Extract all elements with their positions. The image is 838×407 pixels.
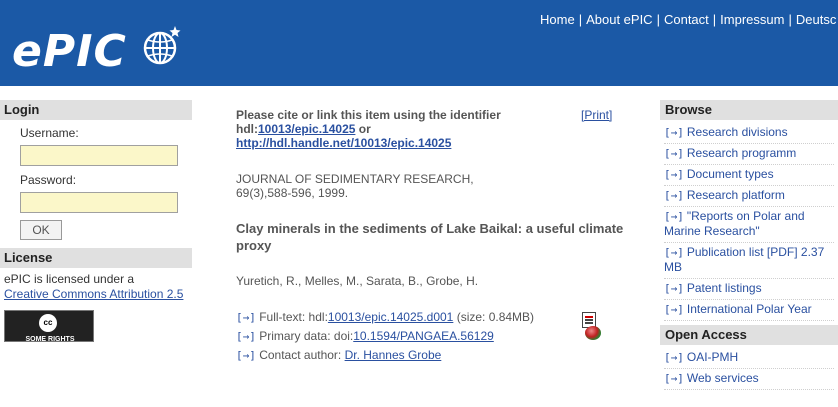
open-access-list: [→] OAI-PMH [→] Web services <box>660 345 838 394</box>
browse-item-research-platform[interactable]: [→] Research platform <box>664 186 834 207</box>
print-link[interactable]: [Print] <box>581 108 612 122</box>
browse-item-label: Research programm <box>686 146 797 160</box>
browse-list: [→] Research divisions [→] Research progra… <box>660 120 838 325</box>
arrow-icon[interactable]: [→] <box>236 330 256 343</box>
nav-separator: | <box>712 12 717 27</box>
nav-contact-link[interactable]: Contact <box>664 12 709 27</box>
arrow-icon: [→] <box>664 246 684 259</box>
browse-item-research-divisions[interactable]: [→] Research divisions <box>664 123 834 144</box>
contact-author-link[interactable]: Dr. Hannes Grobe <box>345 348 442 362</box>
browse-item-label: Patent listings <box>686 281 762 295</box>
pangaea-data-icon[interactable] <box>585 326 601 340</box>
hdl-link[interactable]: 10013/epic.14025 <box>258 122 355 136</box>
globe-icon <box>143 26 181 65</box>
contact-prefix: Contact author: <box>255 348 345 362</box>
arrow-icon: [→] <box>664 168 684 181</box>
site-header: ePIC Home | About ePIC | Contact | Impressum | D… <box>0 0 838 86</box>
cite-intro: Please cite or link this item using the … <box>236 108 501 122</box>
arrow-icon: [→] <box>664 351 684 364</box>
left-sidebar: Login Username: Password: OK License ePI… <box>0 100 192 358</box>
main-content: Please cite or link this item using the … <box>236 108 626 365</box>
browse-item-patent-listings[interactable]: [→] Patent listings <box>664 279 834 300</box>
password-input[interactable] <box>20 192 178 213</box>
primary-prefix: Primary data: doi: <box>255 329 354 343</box>
browse-item-polar-year[interactable]: [→] International Polar Year <box>664 300 834 321</box>
journal-reference: JOURNAL OF SEDIMENTARY RESEARCH, 69(3),5… <box>236 172 626 200</box>
nav-about-link[interactable]: About ePIC <box>586 12 653 27</box>
primary-data-link[interactable]: 10.1594/PANGAEA.56129 <box>353 329 494 343</box>
item-title: Clay minerals in the sediments of Lake B… <box>236 221 624 253</box>
browse-item-publication-list[interactable]: [→] Publication list [PDF] 2.37 MB <box>664 243 834 279</box>
browse-item-reports-polar[interactable]: [→] "Reports on Polar and Marine Research… <box>664 207 834 243</box>
arrow-icon: [→] <box>664 282 684 295</box>
journal-name: JOURNAL OF SEDIMENTARY RESEARCH, <box>236 172 474 186</box>
open-access-item-oai-pmh[interactable]: [→] OAI-PMH <box>664 348 834 369</box>
or-text: or <box>355 122 371 136</box>
browse-item-label: Research divisions <box>686 125 788 139</box>
cc-icon: cc <box>39 314 57 332</box>
browse-item-document-types[interactable]: [→] Document types <box>664 165 834 186</box>
login-form: Username: Password: OK <box>0 120 192 248</box>
nav-separator: | <box>788 12 792 27</box>
arrow-icon: [→] <box>664 303 684 316</box>
item-authors: Yuretich, R., Melles, M., Sarata, B., Gr… <box>236 274 479 288</box>
username-label: Username: <box>20 126 79 140</box>
cc-badge-text: SOME RIGHTS RESERVED <box>25 336 75 358</box>
contact-row: [→] Contact author: Dr. Hannes Grobe <box>236 346 626 365</box>
journal-volume: 69(3),588-596, 1999. <box>236 186 349 200</box>
fulltext-prefix: Full-text: hdl: <box>255 310 328 324</box>
license-text: ePIC is licensed under a <box>4 272 135 286</box>
top-navigation: Home | About ePIC | Contact | Impressum | Deutsc <box>540 12 836 27</box>
nav-deutsch-link[interactable]: Deutsc <box>796 12 836 27</box>
logo-text: ePIC <box>12 26 127 77</box>
arrow-icon: [→] <box>664 210 684 223</box>
arrow-icon[interactable]: [→] <box>236 311 256 324</box>
fulltext-size: (size: 0.84MB) <box>453 310 535 324</box>
fulltext-link[interactable]: 10013/epic.14025.d001 <box>328 310 453 324</box>
browse-item-label: Publication list [PDF] 2.37 MB <box>664 245 825 274</box>
open-access-item-web-services[interactable]: [→] Web services <box>664 369 834 390</box>
arrow-icon: [→] <box>664 126 684 139</box>
hdl-prefix: hdl: <box>236 122 258 136</box>
browse-item-label: "Reports on Polar and Marine Research" <box>664 209 805 238</box>
browse-item-research-programm[interactable]: [→] Research programm <box>664 144 834 165</box>
arrow-icon[interactable]: [→] <box>236 349 256 362</box>
browse-item-label: Document types <box>686 167 774 181</box>
browse-heading: Browse <box>660 100 838 120</box>
license-info: ePIC is licensed under a Creative Common… <box>0 268 192 358</box>
browse-item-label: Research platform <box>686 188 785 202</box>
nav-separator: | <box>656 12 660 27</box>
cc-license-badge[interactable]: cc SOME RIGHTS RESERVED <box>4 310 94 358</box>
open-access-heading: Open Access <box>660 325 838 345</box>
login-ok-button[interactable]: OK <box>20 220 62 240</box>
hdl-line: hdl:10013/epic.14025 or <box>236 122 626 136</box>
arrow-icon: [→] <box>664 372 684 385</box>
browse-item-label: International Polar Year <box>686 302 812 316</box>
password-label: Password: <box>20 173 77 187</box>
creative-commons-link[interactable]: Creative Commons Attribution 2.5 <box>4 287 188 302</box>
item-links: [→] Full-text: hdl:10013/epic.14025.d001… <box>236 308 626 365</box>
open-access-item-label: Web services <box>686 371 759 385</box>
login-heading: Login <box>0 100 192 120</box>
arrow-icon: [→] <box>664 147 684 160</box>
license-heading: License <box>0 248 192 268</box>
fulltext-row: [→] Full-text: hdl:10013/epic.14025.d001… <box>236 308 626 327</box>
handle-url-link[interactable]: http://hdl.handle.net/10013/epic.14025 <box>236 136 451 150</box>
nav-separator: | <box>578 12 583 27</box>
open-access-item-label: OAI-PMH <box>686 350 739 364</box>
citation-block: Please cite or link this item using the … <box>236 108 626 150</box>
arrow-icon: [→] <box>664 189 684 202</box>
primary-data-row: [→] Primary data: doi:10.1594/PANGAEA.56… <box>236 327 626 346</box>
right-sidebar: Browse [→] Research divisions [→] Research… <box>660 100 838 394</box>
username-input[interactable] <box>20 145 178 166</box>
nav-impressum-link[interactable]: Impressum <box>720 12 784 27</box>
nav-home-link[interactable]: Home <box>540 12 575 27</box>
